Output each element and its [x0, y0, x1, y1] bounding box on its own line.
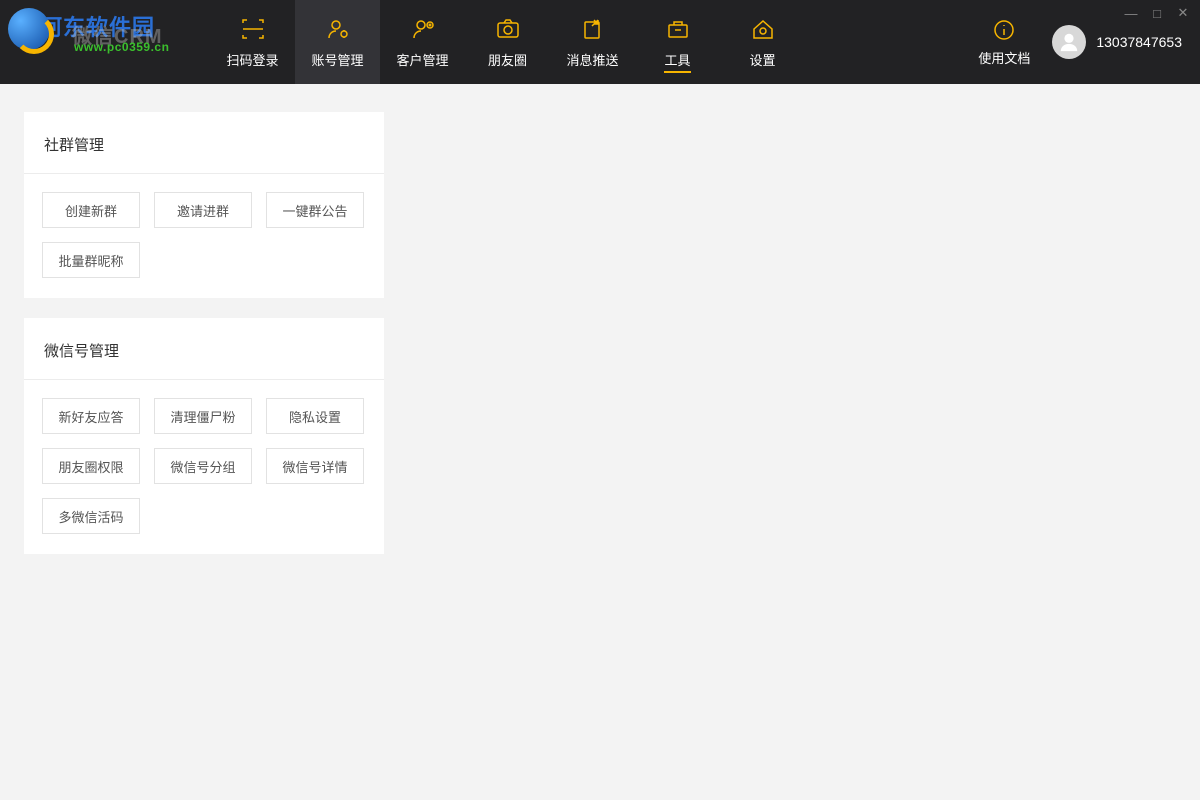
- scan-icon: [239, 16, 267, 42]
- window-close-icon[interactable]: ✕: [1176, 6, 1190, 20]
- btn-wechat-detail[interactable]: 微信号详情: [266, 448, 364, 484]
- nav-customer-mgmt[interactable]: 客户管理: [380, 0, 465, 84]
- window-maximize-icon[interactable]: □: [1150, 6, 1164, 20]
- panel-title: 社群管理: [24, 112, 384, 174]
- page-body: 社群管理 创建新群 邀请进群 一键群公告 批量群昵称 微信号管理 新好友应答 清…: [0, 84, 1200, 582]
- nav-scan-login[interactable]: 扫码登录: [210, 0, 295, 84]
- nav-moments[interactable]: 朋友圈: [465, 0, 550, 84]
- panel-title: 微信号管理: [24, 318, 384, 380]
- nav-label: 客户管理: [396, 50, 448, 69]
- home-gear-icon: [749, 16, 777, 42]
- docs-link[interactable]: 使用文档: [978, 18, 1030, 67]
- nav-tabs: 扫码登录 账号管理 客户管理 朋友圈 消息推送: [210, 0, 805, 84]
- btn-privacy[interactable]: 隐私设置: [266, 398, 364, 434]
- user-plus-icon: [409, 16, 437, 42]
- btn-create-group[interactable]: 创建新群: [42, 192, 140, 228]
- nav-label: 账号管理: [311, 50, 363, 69]
- btn-moments-perm[interactable]: 朋友圈权限: [42, 448, 140, 484]
- btn-invite-group[interactable]: 邀请进群: [154, 192, 252, 228]
- info-icon: [992, 18, 1016, 42]
- btn-multi-livecode[interactable]: 多微信活码: [42, 498, 140, 534]
- nav-message-push[interactable]: 消息推送: [550, 0, 635, 84]
- docs-label: 使用文档: [978, 48, 1030, 67]
- top-navbar: 河东软件园 微信CRM www.pc0359.cn 扫码登录 账号管理 客户管理: [0, 0, 1200, 84]
- nav-account-mgmt[interactable]: 账号管理: [295, 0, 380, 84]
- btn-wechat-groups[interactable]: 微信号分组: [154, 448, 252, 484]
- user-gear-icon: [324, 16, 352, 42]
- panel-community: 社群管理 创建新群 邀请进群 一键群公告 批量群昵称: [24, 112, 384, 298]
- btn-group-announce[interactable]: 一键群公告: [266, 192, 364, 228]
- nav-settings[interactable]: 设置: [720, 0, 805, 84]
- btn-batch-nickname[interactable]: 批量群昵称: [42, 242, 140, 278]
- user-profile[interactable]: 13037847653: [1052, 25, 1182, 59]
- panel-wechat: 微信号管理 新好友应答 清理僵尸粉 隐私设置 朋友圈权限 微信号分组 微信号详情…: [24, 318, 384, 554]
- nav-label: 扫码登录: [226, 50, 278, 69]
- watermark-url: www.pc0359.cn: [74, 40, 169, 54]
- nav-label: 消息推送: [566, 50, 618, 69]
- btn-clean-zombie[interactable]: 清理僵尸粉: [154, 398, 252, 434]
- share-icon: [579, 16, 607, 42]
- nav-label: 设置: [749, 50, 775, 69]
- user-id-label: 13037847653: [1096, 34, 1182, 50]
- nav-label: 工具: [664, 50, 690, 73]
- toolbox-icon: [664, 16, 692, 42]
- btn-new-friend-reply[interactable]: 新好友应答: [42, 398, 140, 434]
- window-minimize-icon[interactable]: —: [1124, 6, 1138, 20]
- avatar-icon: [1052, 25, 1086, 59]
- logo-area: 河东软件园 微信CRM www.pc0359.cn: [0, 0, 210, 84]
- camera-icon: [494, 16, 522, 42]
- nav-label: 朋友圈: [488, 50, 527, 69]
- nav-tools[interactable]: 工具: [635, 0, 720, 84]
- tools-card: 社群管理 创建新群 邀请进群 一键群公告 批量群昵称 微信号管理 新好友应答 清…: [24, 112, 384, 554]
